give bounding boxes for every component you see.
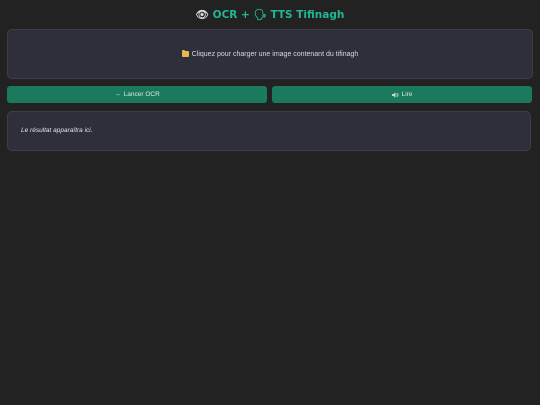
title-ocr: OCR + [212, 9, 254, 21]
upload-label: Cliquez pour charger une image contenant… [191, 50, 359, 58]
read-button[interactable]: Lire [272, 86, 532, 103]
speaking-head-icon: 🗣 [253, 9, 267, 21]
result-panel: Le résultat apparaîtra ici. [7, 111, 531, 151]
speaker-icon [391, 91, 399, 98]
page-title: 👁 OCR + 🗣 TTS Tifinagh [0, 7, 540, 23]
read-label: Lire [401, 91, 413, 98]
image-upload-zone[interactable]: Cliquez pour charger une image contenant… [7, 29, 533, 79]
upload-label-wrap: Cliquez pour charger une image contenant… [181, 49, 359, 58]
arrow-right-icon: → [114, 91, 121, 98]
folder-icon [181, 49, 189, 57]
title-tts: TTS Tifinagh [270, 9, 345, 21]
run-ocr-button[interactable]: → Lancer OCR [7, 86, 267, 103]
result-text: Le résultat apparaîtra ici. [21, 127, 93, 134]
run-ocr-label: Lancer OCR [123, 91, 160, 98]
eye-icon: 👁 [195, 9, 209, 21]
app: 👁 OCR + 🗣 TTS Tifinagh Cliquez pour char… [0, 0, 540, 405]
